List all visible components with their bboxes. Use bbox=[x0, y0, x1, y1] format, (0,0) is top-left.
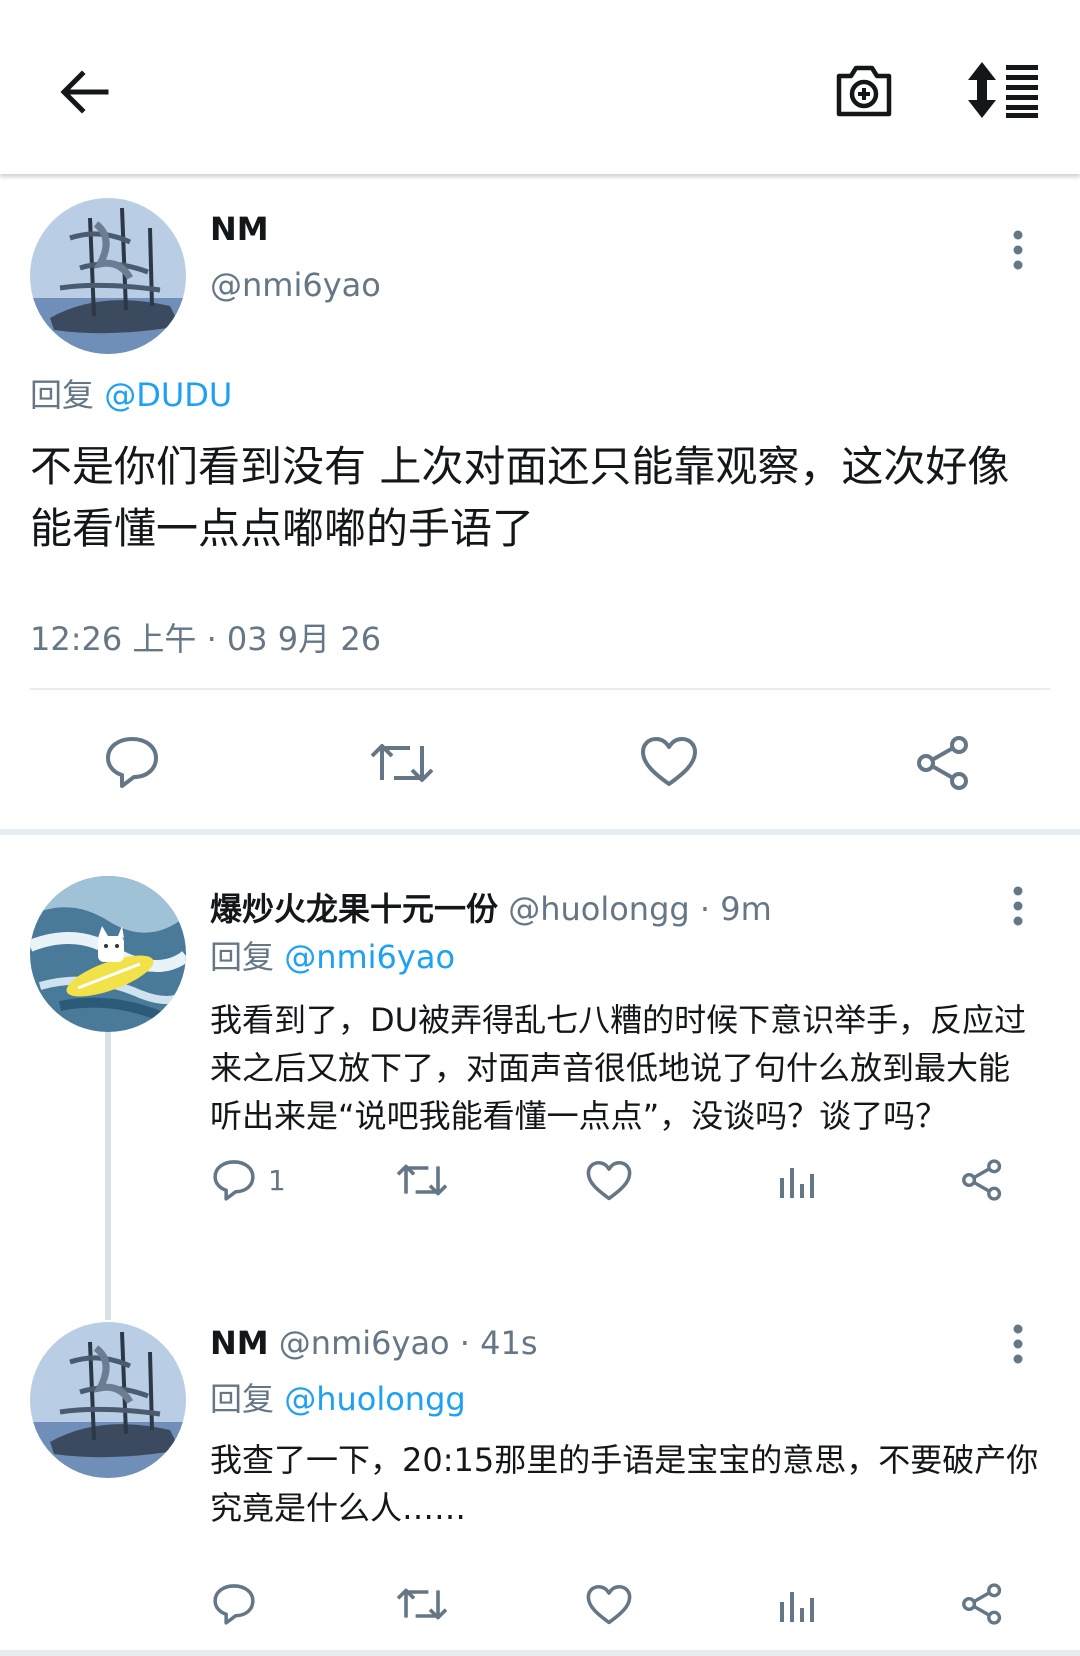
reply-button[interactable]: 1 bbox=[212, 1158, 286, 1202]
share-button[interactable] bbox=[960, 1158, 1004, 1202]
reply-button[interactable] bbox=[104, 734, 160, 790]
more-options-button[interactable] bbox=[998, 220, 1038, 280]
share-icon bbox=[962, 1159, 1002, 1201]
heart-icon bbox=[586, 1160, 632, 1201]
add-photo-button[interactable] bbox=[828, 54, 900, 126]
reply-button[interactable] bbox=[212, 1582, 256, 1626]
reply-time: · 41s bbox=[459, 1324, 538, 1362]
author-name[interactable]: NM bbox=[210, 210, 269, 248]
reply-icon bbox=[213, 1160, 255, 1201]
mention-link[interactable]: @DUDU bbox=[104, 376, 232, 414]
avatar[interactable] bbox=[30, 876, 186, 1032]
heart-icon bbox=[641, 737, 697, 786]
reply-prefix: 回复 bbox=[210, 1380, 275, 1418]
tweet-text: 我查了一下，20:15那里的手语是宝宝的意思，不要破产你究竟是什么人…… bbox=[210, 1441, 1039, 1527]
top-app-bar bbox=[0, 0, 1080, 174]
share-icon bbox=[917, 736, 968, 790]
replying-to: 回复 @DUDU bbox=[30, 370, 232, 416]
reply-header: NM @nmi6yao · 41s bbox=[210, 1324, 538, 1362]
reply-icon bbox=[213, 1584, 255, 1625]
avatar[interactable] bbox=[30, 198, 186, 354]
author-handle[interactable]: @huolongg bbox=[508, 890, 690, 928]
tweet-actions: 1 bbox=[0, 1146, 1080, 1216]
reply-time: · 9m bbox=[699, 890, 772, 928]
share-button[interactable] bbox=[960, 1582, 1004, 1626]
replying-to: 回复 @huolongg bbox=[210, 1374, 466, 1420]
analytics-button[interactable] bbox=[778, 1584, 818, 1624]
more-options-button[interactable] bbox=[998, 876, 1038, 936]
tweet-actions bbox=[0, 694, 1080, 834]
surf-cat-avatar-image bbox=[30, 876, 186, 1032]
divider bbox=[30, 688, 1050, 690]
retweet-icon bbox=[370, 744, 434, 782]
retweet-icon bbox=[396, 1588, 448, 1620]
replying-to: 回复 @nmi6yao bbox=[210, 932, 455, 978]
tweet-text: 不是你们看到没有 上次对面还只能靠观察，这次好像能看懂一点点嘟嘟的手语了 bbox=[30, 442, 1010, 553]
retweet-button[interactable] bbox=[396, 1584, 448, 1624]
arrow-left-icon bbox=[60, 70, 109, 114]
share-icon bbox=[962, 1583, 1002, 1625]
author-name[interactable]: 爆炒火龙果十元一份 bbox=[210, 890, 498, 928]
more-vertical-icon bbox=[1013, 230, 1023, 270]
tweet-timestamp: 12:26 上午 · 03 9月 26 bbox=[30, 620, 382, 658]
author-name[interactable]: NM bbox=[210, 1324, 269, 1362]
analytics-icon bbox=[780, 1592, 814, 1622]
avatar[interactable] bbox=[30, 1322, 186, 1478]
like-button[interactable] bbox=[586, 1584, 632, 1626]
like-button[interactable] bbox=[586, 1160, 632, 1202]
more-vertical-icon bbox=[1013, 886, 1023, 926]
mention-link[interactable]: @huolongg bbox=[284, 1380, 466, 1418]
ship-avatar-image bbox=[30, 198, 186, 354]
divider bbox=[0, 1650, 1080, 1656]
sort-button[interactable] bbox=[968, 54, 1040, 126]
retweet-button[interactable] bbox=[396, 1160, 448, 1200]
analytics-icon bbox=[780, 1168, 814, 1198]
like-button[interactable] bbox=[640, 736, 698, 788]
analytics-button[interactable] bbox=[778, 1160, 818, 1200]
retweet-icon bbox=[396, 1164, 448, 1196]
back-button[interactable] bbox=[48, 56, 120, 128]
tweet-actions bbox=[0, 1572, 1080, 1642]
author-handle[interactable]: @nmi6yao bbox=[279, 1324, 450, 1362]
more-vertical-icon bbox=[1013, 1324, 1023, 1364]
sort-list-icon bbox=[968, 62, 1038, 118]
reply-count: 1 bbox=[268, 1163, 286, 1197]
author-handle[interactable]: @nmi6yao bbox=[210, 266, 381, 304]
reply-prefix: 回复 bbox=[210, 938, 275, 976]
heart-icon bbox=[586, 1584, 632, 1625]
share-button[interactable] bbox=[914, 734, 972, 792]
mention-link[interactable]: @nmi6yao bbox=[284, 938, 455, 976]
reply-icon bbox=[106, 737, 158, 788]
camera-plus-icon bbox=[836, 65, 892, 117]
section-divider bbox=[0, 829, 1080, 835]
reply-prefix: 回复 bbox=[30, 376, 95, 414]
reply-header: 爆炒火龙果十元一份 @huolongg · 9m bbox=[210, 884, 772, 930]
retweet-button[interactable] bbox=[370, 738, 434, 788]
tweet-text: 我看到了，DU被弄得乱七八糟的时候下意识举手，反应过来之后又放下了，对面声音很低… bbox=[210, 1001, 1027, 1135]
more-options-button[interactable] bbox=[998, 1314, 1038, 1374]
ship-avatar-image bbox=[30, 1322, 186, 1478]
